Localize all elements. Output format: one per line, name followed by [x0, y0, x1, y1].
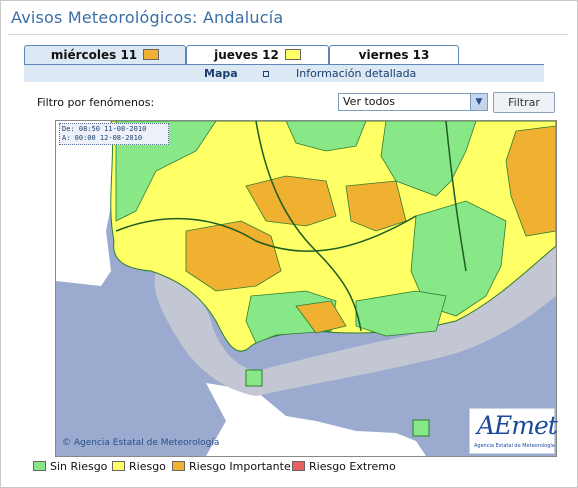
legend-swatch-icon — [172, 461, 185, 471]
legend-item: Sin Riesgo — [33, 460, 107, 473]
sub-navigation: Mapa Información detallada — [24, 65, 544, 82]
legend-label: Riesgo — [129, 460, 166, 473]
validity-period: De: 08:50 11-08-2010 A: 00:00 12-08-2010 — [59, 123, 169, 145]
risk-swatch-icon — [284, 49, 301, 60]
tab-day-3[interactable]: viernes 13 — [329, 45, 459, 65]
map-copyright: © Agencia Estatal de Meteorología — [62, 438, 220, 448]
phenomenon-select-value: Ver todos — [343, 95, 395, 108]
date-to: A: 00:00 12-08-2010 — [62, 134, 143, 142]
aemet-logo: AEmet Agencia Estatal de Meteorología — [469, 408, 558, 454]
legend-swatch-icon — [112, 461, 125, 471]
tab-day-2[interactable]: jueves 12 — [186, 45, 329, 65]
legend-label: Sin Riesgo — [50, 460, 108, 473]
tab-day-2-label: jueves 12 — [214, 48, 279, 62]
tab-day-3-label: viernes 13 — [358, 48, 430, 62]
legend-label: Riesgo Importante — [189, 460, 291, 473]
legend-item: Riesgo Importante — [172, 460, 291, 473]
legend-swatch-icon — [33, 461, 46, 471]
melilla-marker[interactable] — [412, 419, 430, 437]
legend-label: Riesgo Extremo — [309, 460, 396, 473]
risk-swatch-icon — [143, 49, 160, 60]
aemet-logo-subtitle: Agencia Estatal de Meteorología — [474, 443, 555, 449]
chevron-down-icon[interactable]: ▼ — [470, 94, 487, 110]
tab-day-1[interactable]: miércoles 11 — [24, 45, 186, 66]
title-divider — [8, 34, 568, 35]
warning-map[interactable] — [55, 120, 557, 457]
aemet-logo-mark: AEmet — [477, 411, 558, 440]
ceuta-marker[interactable] — [245, 369, 263, 387]
filter-label: Filtro por fenómenos: — [37, 96, 155, 109]
filter-button[interactable]: Filtrar — [493, 92, 555, 113]
legend-item: Riesgo — [112, 460, 166, 473]
phenomenon-select[interactable]: Ver todos ▼ — [338, 93, 488, 111]
map-canvas — [56, 121, 556, 456]
date-from: De: 08:50 11-08-2010 — [62, 125, 147, 133]
legend-item: Riesgo Extremo — [292, 460, 396, 473]
subnav-detail-link[interactable]: Información detallada — [296, 67, 416, 80]
bullet-icon — [263, 71, 269, 77]
subnav-map-link[interactable]: Mapa — [204, 67, 238, 80]
tab-day-1-label: miércoles 11 — [50, 48, 138, 62]
legend-swatch-icon — [292, 461, 305, 471]
page-title: Avisos Meteorológicos: Andalucía — [11, 8, 284, 27]
